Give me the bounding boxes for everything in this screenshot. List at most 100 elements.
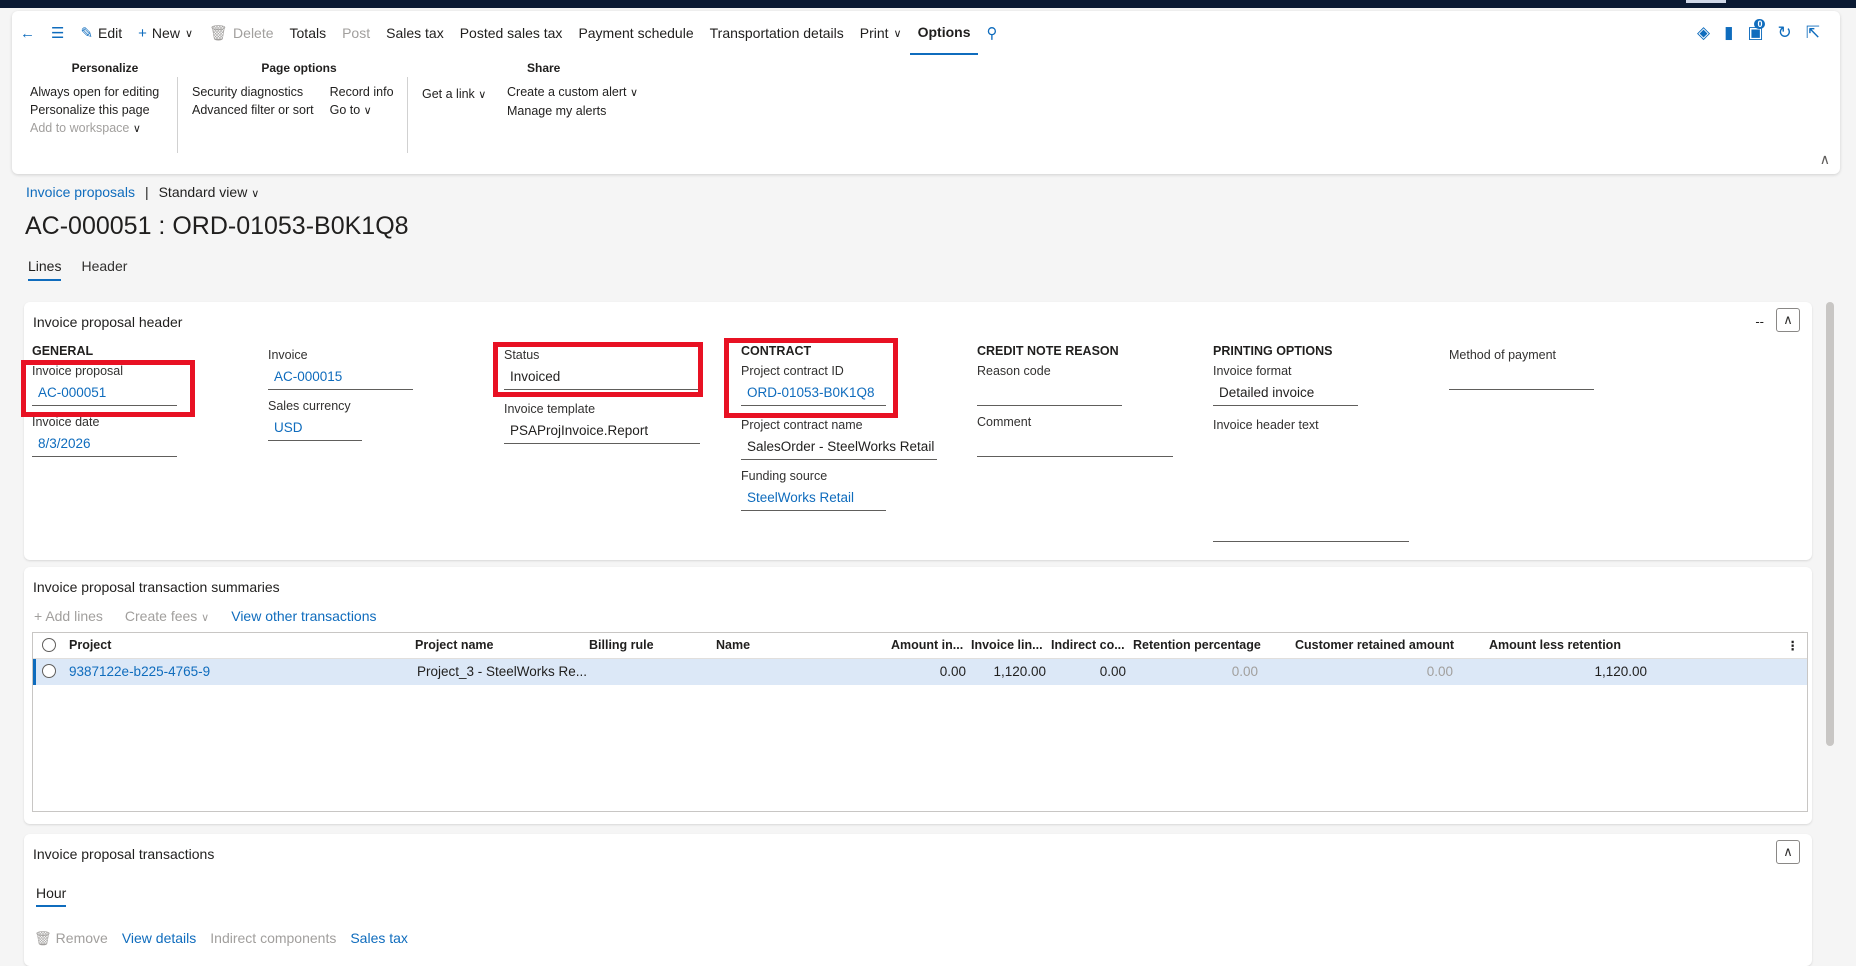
more-options-icon[interactable]: ⋮ — [1787, 638, 1800, 653]
tab-lines[interactable]: Lines — [28, 258, 62, 281]
tab-options[interactable]: Options — [909, 11, 979, 55]
refresh-icon[interactable]: ↻ — [1778, 23, 1792, 43]
search-button[interactable]: ⚲ — [978, 11, 1005, 55]
card-title: Invoice proposal transaction summaries — [33, 579, 280, 595]
chevron-down-icon: ∨ — [251, 188, 260, 200]
create-fees-button[interactable]: Create fees ∨ — [125, 608, 209, 624]
field-label: Invoice format — [1213, 364, 1292, 378]
power-apps-icon[interactable]: ◈ — [1697, 23, 1710, 43]
personalize-group-title: Personalize — [71, 61, 139, 75]
add-lines-button[interactable]: + Add lines — [34, 608, 103, 624]
tab-hour[interactable]: Hour — [36, 885, 67, 907]
indirect-components-button[interactable]: Indirect components — [210, 930, 336, 947]
table-row[interactable]: 9387122e-b225-4765-9 Project_3 - SteelWo… — [33, 659, 1807, 685]
invoice-date-field: Invoice date 8/3/2026 — [32, 415, 177, 457]
reason-code-input[interactable] — [977, 382, 1122, 406]
field-label: Method of payment — [1449, 348, 1557, 362]
print-button[interactable]: Print ∨ — [852, 11, 910, 55]
page-options-col-1: Security diagnostics Advanced filter or … — [192, 83, 314, 120]
row-select-radio[interactable] — [42, 664, 56, 678]
trash-icon: 🗑 — [209, 24, 229, 42]
tab-header[interactable]: Header — [81, 258, 127, 281]
invoice-date-value[interactable]: 8/3/2026 — [32, 433, 177, 457]
sales-currency-value[interactable]: USD — [268, 417, 362, 441]
highlight-project-contract-id — [724, 338, 898, 418]
posted-sales-tax-button[interactable]: Posted sales tax — [452, 11, 571, 55]
create-custom-alert[interactable]: Create a custom alert ∨ — [507, 83, 657, 102]
field-label: Project contract name — [741, 418, 863, 432]
section-general: GENERAL — [32, 344, 94, 358]
column-retention-percentage[interactable]: Retention percentage — [1133, 638, 1261, 652]
cell-project[interactable]: 9387122e-b225-4765-9 — [69, 664, 210, 679]
go-to[interactable]: Go to ∨ — [330, 101, 394, 120]
collapse-header-button[interactable]: ∧ — [1776, 308, 1800, 332]
new-button[interactable]: + New ∨ — [130, 11, 201, 55]
reason-code-field: Reason code — [977, 364, 1122, 406]
page-options-group: Page options Security diagnostics Advanc… — [192, 61, 406, 120]
summaries-toolbar: + Add lines Create fees ∨ View other tra… — [34, 608, 377, 624]
get-a-link[interactable]: Get a link ∨ — [422, 85, 486, 104]
column-project[interactable]: Project — [69, 638, 111, 652]
project-contract-name-value: SalesOrder - SteelWorks Retail — [741, 436, 937, 460]
menu-button[interactable]: ☰ — [43, 11, 72, 55]
transportation-details-button[interactable]: Transportation details — [702, 11, 852, 55]
share-group-title: Share — [527, 61, 561, 75]
column-invoice-line[interactable]: Invoice lin... — [971, 638, 1043, 652]
record-info[interactable]: Record info — [330, 83, 394, 101]
manage-my-alerts[interactable]: Manage my alerts — [507, 102, 657, 120]
open-in-new-window-icon[interactable]: ⇱ — [1806, 23, 1820, 43]
column-amount-in[interactable]: Amount in... — [891, 638, 963, 652]
personalize-this-page[interactable]: Personalize this page — [30, 101, 180, 119]
divider — [407, 77, 408, 153]
invoice-header-text-input[interactable] — [1213, 436, 1409, 542]
column-indirect[interactable]: Indirect co... — [1051, 638, 1125, 652]
view-selector[interactable]: Standard view ∨ — [159, 184, 260, 200]
invoice-format-value[interactable]: Detailed invoice — [1213, 382, 1358, 406]
security-diagnostics[interactable]: Security diagnostics — [192, 83, 314, 101]
notifications-icon[interactable]: ▣ 0 — [1747, 19, 1766, 43]
back-arrow-icon: ← — [20, 24, 35, 42]
remove-button[interactable]: 🗑 Remove — [34, 930, 108, 947]
cell-amount-less-retention: 1,120.00 — [1594, 664, 1647, 679]
collapse-transactions-button[interactable]: ∧ — [1776, 840, 1800, 864]
view-other-transactions-button[interactable]: View other transactions — [231, 608, 376, 624]
chevron-up-icon: ∧ — [1783, 312, 1793, 327]
funding-source-value[interactable]: SteelWorks Retail — [741, 487, 886, 511]
column-name[interactable]: Name — [716, 638, 750, 652]
edit-button[interactable]: ✎ Edit — [72, 11, 130, 55]
highlight-status — [493, 342, 703, 397]
sales-tax-lines-button[interactable]: Sales tax — [350, 930, 408, 947]
delete-button[interactable]: 🗑 Delete — [201, 11, 282, 55]
sales-tax-button[interactable]: Sales tax — [378, 11, 452, 55]
column-billing-rule[interactable]: Billing rule — [589, 638, 654, 652]
method-of-payment-input[interactable] — [1449, 366, 1594, 390]
column-customer-retained-amount[interactable]: Customer retained amount — [1295, 638, 1454, 652]
column-project-name[interactable]: Project name — [415, 638, 494, 652]
view-details-button[interactable]: View details — [122, 930, 196, 947]
advanced-filter-or-sort[interactable]: Advanced filter or sort — [192, 101, 314, 119]
project-contract-name-field: Project contract name SalesOrder - Steel… — [741, 418, 937, 460]
totals-button[interactable]: Totals — [282, 11, 335, 55]
add-to-workspace[interactable]: Add to workspace ∨ — [30, 119, 180, 138]
field-label: Sales currency — [268, 399, 351, 413]
action-toolbar: ← ☰ ✎ Edit + New ∨ 🗑 Delete Totals Post Sale… — [12, 11, 1005, 55]
payment-schedule-button[interactable]: Payment schedule — [570, 11, 701, 55]
breadcrumb-invoice-proposals[interactable]: Invoice proposals — [26, 184, 135, 200]
notification-count-badge: 0 — [1754, 19, 1766, 29]
select-all-radio[interactable] — [42, 638, 56, 652]
collapse-action-pane-icon[interactable]: ∧ — [1820, 151, 1830, 168]
page-scrollbar[interactable] — [1826, 302, 1834, 746]
method-of-payment-field: Method of payment — [1449, 348, 1594, 390]
always-open-for-editing[interactable]: Always open for editing — [30, 83, 180, 101]
office-icon[interactable]: ▮ — [1724, 23, 1733, 43]
app-top-bar — [0, 0, 1856, 8]
post-button[interactable]: Post — [334, 11, 378, 55]
toolbar-right-icons: ◈ ▮ ▣ 0 ↻ ⇱ — [1697, 19, 1820, 43]
invoice-template-value[interactable]: PSAProjInvoice.Report — [504, 420, 700, 444]
plus-icon: + — [138, 24, 147, 42]
invoice-value[interactable]: AC-000015 — [268, 366, 413, 390]
comment-field: Comment — [977, 415, 1173, 457]
comment-input[interactable] — [977, 433, 1173, 457]
column-amount-less-retention[interactable]: Amount less retention — [1489, 638, 1621, 652]
back-button[interactable]: ← — [12, 11, 43, 55]
